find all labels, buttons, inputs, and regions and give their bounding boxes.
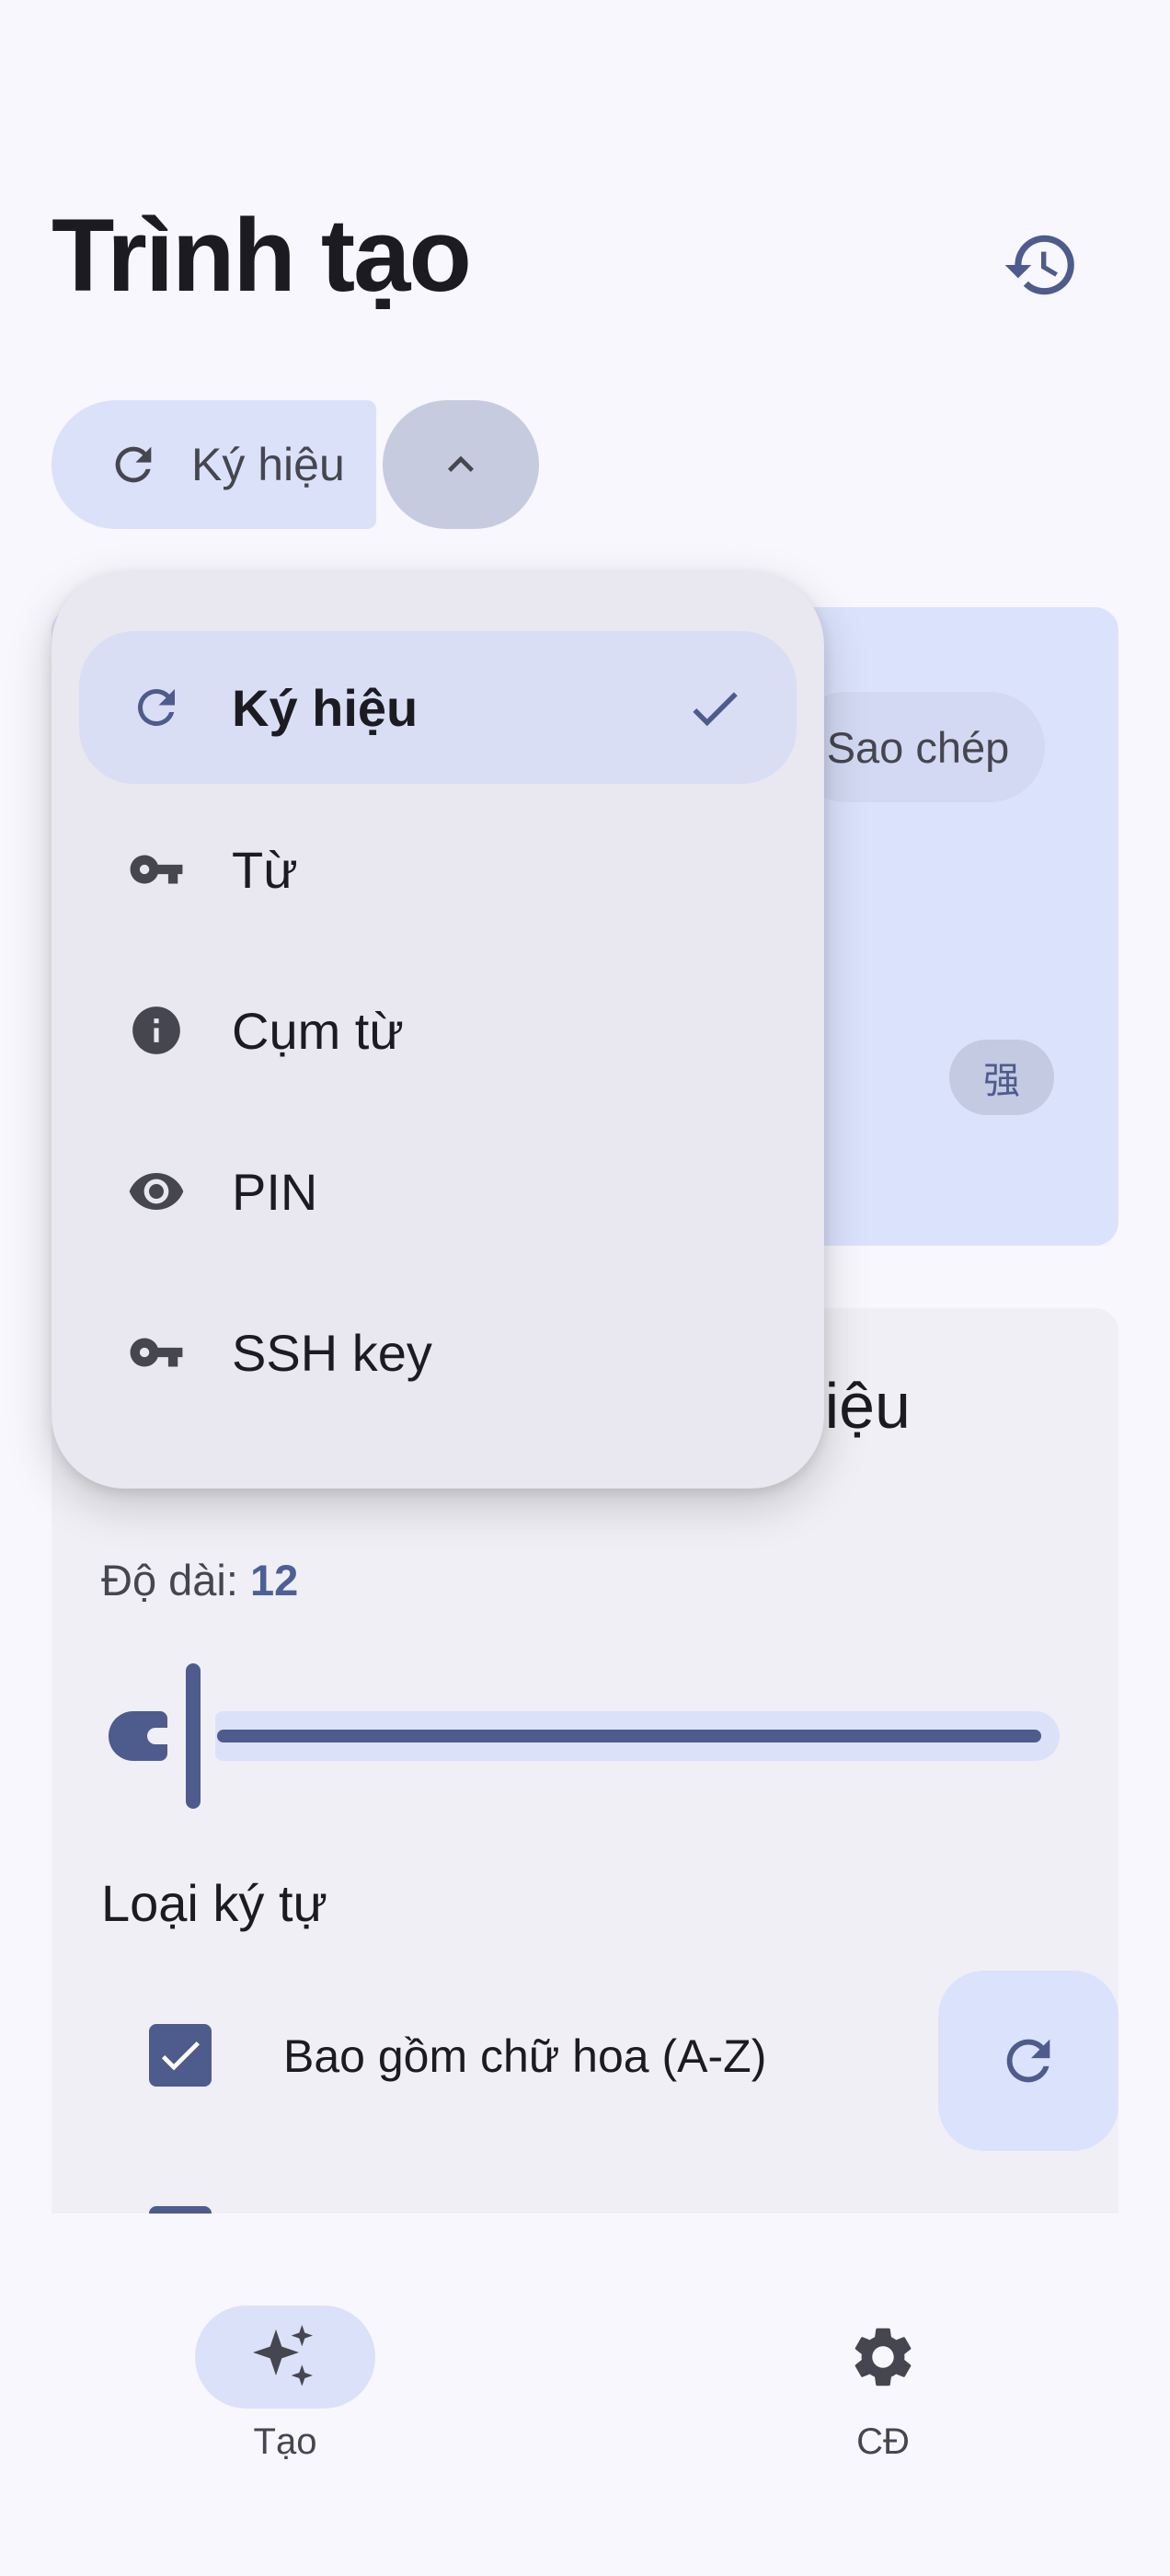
regenerate-button[interactable] (938, 1971, 1118, 2151)
key-icon (127, 1323, 186, 1382)
menu-item-label: SSH key (232, 1323, 432, 1382)
length-slider-notch (147, 1728, 175, 1744)
check-icon (693, 692, 738, 727)
uppercase-label: Bao gồm chữ hoa (A-Z) (283, 2030, 767, 2082)
page-title: Trình tạo (52, 198, 472, 313)
type-dropdown-toggle[interactable] (383, 400, 539, 529)
menu-item-pin[interactable]: PIN (79, 1115, 797, 1268)
menu-item-phrase[interactable]: Cụm từ (79, 954, 797, 1107)
refresh-icon (1006, 2039, 1050, 2083)
info-icon (127, 1001, 186, 1060)
length-label: Độ dài: 12 (101, 1555, 298, 1605)
generator-type-menu: Ký hiệu Từ Cụm từ PIN SSH key (52, 572, 824, 1489)
nav-pill-generator (195, 2306, 375, 2409)
refresh-icon (115, 446, 152, 483)
char-types-label: Loại ký tự (101, 1874, 328, 1932)
menu-item-words[interactable]: Từ (79, 793, 797, 946)
uppercase-checkbox[interactable] (149, 2024, 212, 2087)
nav-label-settings: CĐ (856, 2421, 910, 2462)
generator-type-label: Ký hiệu (191, 439, 345, 490)
nav-item-settings[interactable]: CĐ (699, 2306, 1067, 2490)
menu-item-label: PIN (232, 1162, 318, 1221)
eye-icon (127, 1162, 186, 1221)
check-icon (161, 2041, 200, 2071)
generator-type-button[interactable]: Ký hiệu (52, 400, 376, 529)
menu-item-label: Cụm từ (232, 1001, 404, 1060)
history-icon (1004, 235, 1074, 295)
history-button[interactable] (995, 219, 1087, 311)
key-icon (127, 840, 186, 899)
nav-pill-settings (793, 2306, 973, 2409)
menu-item-ssh-key[interactable]: SSH key (79, 1276, 797, 1429)
copy-button[interactable]: Sao chép (791, 692, 1045, 802)
menu-item-label: Ký hiệu (232, 678, 419, 737)
gear-icon (855, 2328, 912, 2386)
nav-item-generator[interactable]: Tạo (101, 2306, 469, 2490)
length-slider-handle[interactable] (186, 1663, 201, 1809)
nav-label-generator: Tạo (253, 2421, 317, 2462)
length-slider-ticks (217, 1730, 1041, 1742)
chevron-up-icon (448, 455, 474, 472)
length-label-text: Độ dài: (101, 1556, 250, 1604)
length-value: 12 (249, 1556, 299, 1604)
refresh-icon (127, 678, 186, 737)
menu-item-symbols[interactable]: Ký hiệu (79, 631, 797, 784)
sparkle-icon (253, 2325, 313, 2386)
strength-badge: 强 (949, 1040, 1054, 1115)
menu-item-label: Từ (232, 840, 298, 899)
